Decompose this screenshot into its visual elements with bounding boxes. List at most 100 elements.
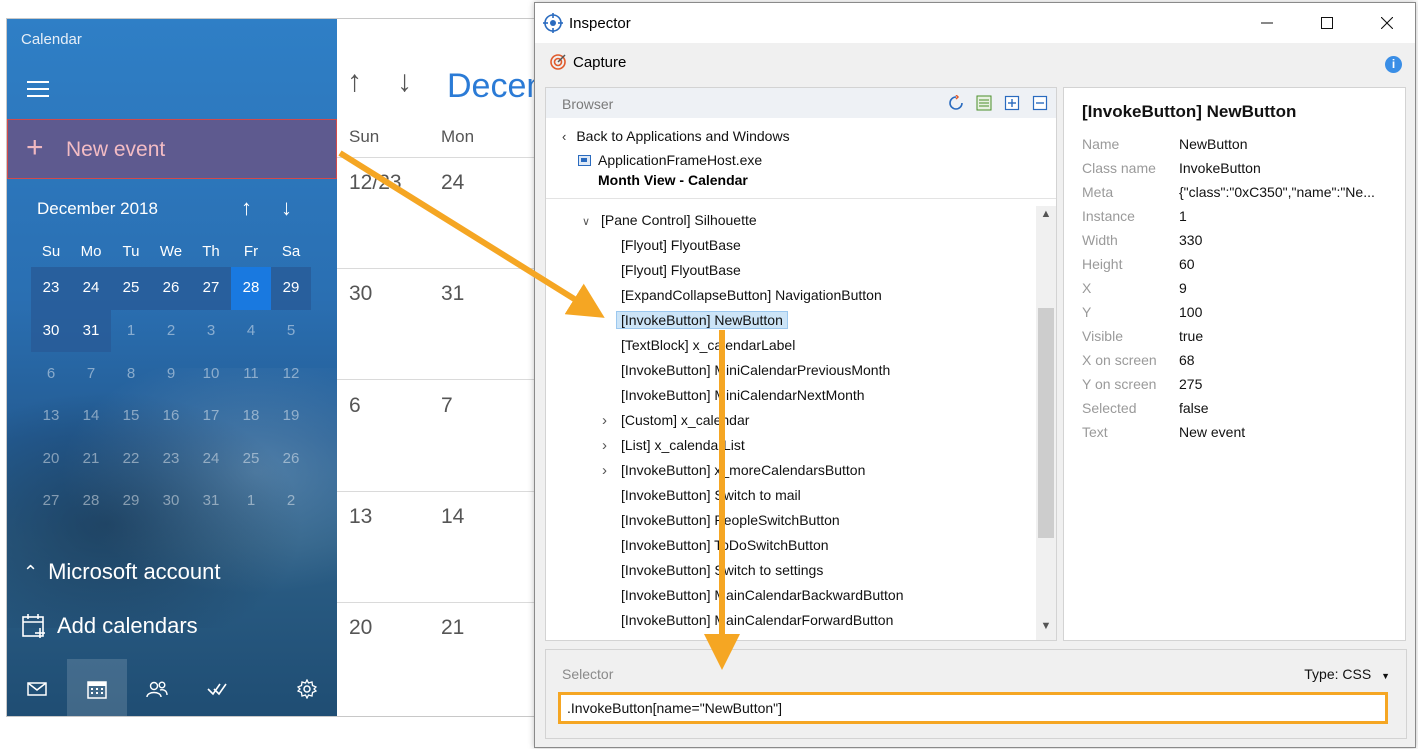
capture-button[interactable]: Capture [549,53,626,71]
switch-to-mail-button[interactable] [7,659,67,716]
day-number[interactable]: 21 [441,616,464,640]
mini-calendar-day[interactable]: 27 [191,267,231,310]
mini-calendar-day[interactable]: 6 [31,365,71,382]
mini-calendar-day[interactable]: 25 [231,450,271,467]
main-calendar-forward-button[interactable]: ↓ [397,65,412,99]
scroll-up-icon[interactable]: ▲ [1036,208,1056,226]
mini-calendar-day[interactable]: 23 [31,267,71,310]
mini-calendar-day[interactable]: 18 [231,407,271,424]
tree-view-icon[interactable] [976,95,992,111]
mini-calendar-day[interactable]: 8 [111,365,151,382]
tree-item[interactable]: [InvokeButton] PeopleSwitchButton [602,508,840,533]
selector-input[interactable] [558,692,1388,724]
scroll-thumb[interactable] [1038,308,1054,538]
tree-item[interactable]: [InvokeButton] MainCalendarForwardButton [602,608,893,633]
people-switch-button[interactable] [127,659,187,716]
mini-calendar-day[interactable]: 3 [191,322,231,339]
tree-item[interactable]: [ExpandCollapseButton] NavigationButton [602,283,882,308]
tree-item[interactable]: › [Custom] x_calendar [602,408,749,433]
mini-calendar-day[interactable]: 29 [111,492,151,509]
tree-item[interactable]: [InvokeButton] MainCalendarBackwardButto… [602,583,904,608]
property-value[interactable]: 68 [1179,352,1384,368]
tree-item[interactable]: › [List] x_calendarList [602,433,745,458]
back-to-applications-link[interactable]: ‹ Back to Applications and Windows [562,128,790,144]
maximize-button[interactable] [1304,9,1350,37]
mini-calendar-day[interactable]: 25 [111,267,151,310]
tree-item[interactable]: ∨ [Pane Control] Silhouette [582,208,757,233]
property-value[interactable]: 330 [1179,232,1384,248]
minimize-button[interactable] [1244,9,1290,37]
day-number[interactable]: 12/23 [349,171,402,195]
day-number[interactable]: 7 [441,394,453,418]
day-number[interactable]: 20 [349,616,372,640]
mini-calendar-day[interactable]: 1 [231,492,271,509]
tree-item[interactable]: [InvokeButton] MiniCalendarPreviousMonth [602,358,890,383]
property-value[interactable]: {"class":"0xC350","name":"Ne... [1179,184,1384,200]
close-button[interactable] [1364,9,1410,37]
day-number[interactable]: 24 [441,171,464,195]
tree-item[interactable]: › [InvokeButton] x_moreCalendarsButton [602,458,865,483]
collapse-all-icon[interactable] [1032,95,1048,111]
mini-calendar-day[interactable]: 5 [271,322,311,339]
property-value[interactable]: InvokeButton [1179,160,1384,176]
switch-to-settings-button[interactable] [277,659,337,716]
mini-calendar-day[interactable]: 1 [111,322,151,339]
mini-calendar-previous-month[interactable]: ↑ [241,195,252,221]
mini-calendar-next-month[interactable]: ↓ [281,195,292,221]
tree-item[interactable]: [Flyout] FlyoutBase [602,233,741,258]
scroll-down-icon[interactable]: ▼ [1036,620,1056,638]
mini-calendar-day[interactable]: 16 [151,407,191,424]
mini-calendar-day[interactable]: 7 [71,365,111,382]
mini-calendar-day[interactable]: 15 [111,407,151,424]
mini-calendar-day[interactable]: 22 [111,450,151,467]
mini-calendar-day[interactable]: 24 [191,450,231,467]
property-value[interactable]: 1 [1179,208,1384,224]
property-value[interactable]: 275 [1179,376,1384,392]
mini-calendar-day[interactable]: 26 [151,267,191,310]
property-value[interactable]: false [1179,400,1384,416]
mini-calendar-day[interactable]: 17 [191,407,231,424]
mini-calendar-day[interactable]: 24 [71,267,111,310]
tree-item-selected[interactable]: [InvokeButton] NewButton [602,308,788,333]
property-value[interactable]: NewButton [1179,136,1384,152]
expand-all-icon[interactable] [1004,95,1020,111]
property-value[interactable]: 9 [1179,280,1384,296]
mini-calendar-day[interactable]: 26 [271,450,311,467]
hamburger-menu-icon[interactable] [27,81,49,97]
switch-to-calendar-button[interactable] [67,659,127,716]
mini-calendar-day-today[interactable]: 28 [231,267,271,310]
new-event-button[interactable]: + New event [7,119,337,179]
selector-type-dropdown[interactable]: Type: CSS ▼ [1304,666,1390,682]
mini-calendar-day[interactable]: 30 [151,492,191,509]
mini-calendar-day[interactable]: 14 [71,407,111,424]
add-calendars-button[interactable]: Add calendars [21,613,198,639]
property-value[interactable]: 60 [1179,256,1384,272]
mini-calendar-day[interactable]: 10 [191,365,231,382]
mini-calendar-day[interactable]: 30 [31,309,71,352]
mini-calendar-day[interactable]: 2 [271,492,311,509]
chevron-right-icon[interactable]: › [602,458,621,483]
refresh-icon[interactable] [948,95,964,111]
mini-calendar-day[interactable]: 28 [71,492,111,509]
mini-calendar-day[interactable]: 9 [151,365,191,382]
tree-item[interactable]: [InvokeButton] ToDoSwitchButton [602,533,829,558]
tree-item[interactable]: [InvokeButton] Switch to mail [602,483,801,508]
day-number[interactable]: 6 [349,394,361,418]
day-number[interactable]: 30 [349,282,372,306]
mini-calendar-day[interactable]: 11 [231,365,271,382]
mini-calendar-day[interactable]: 27 [31,492,71,509]
window-item[interactable]: Month View - Calendar [598,172,748,188]
todo-switch-button[interactable] [187,659,247,716]
mini-calendar-day[interactable]: 13 [31,407,71,424]
mini-calendar-day[interactable]: 21 [71,450,111,467]
microsoft-account-toggle[interactable]: ⌃ Microsoft account [23,559,221,585]
property-value[interactable]: 100 [1179,304,1384,320]
process-item[interactable]: ApplicationFrameHost.exe [578,152,762,168]
mini-calendar-day[interactable]: 23 [151,450,191,467]
property-value[interactable]: true [1179,328,1384,344]
tree-item[interactable]: [Flyout] FlyoutBase [602,258,741,283]
tree-item[interactable]: [InvokeButton] Switch to settings [602,558,823,583]
chevron-down-icon[interactable]: ∨ [582,210,601,235]
info-icon[interactable]: i [1385,56,1402,73]
tree-item[interactable]: [InvokeButton] MiniCalendarNextMonth [602,383,865,408]
